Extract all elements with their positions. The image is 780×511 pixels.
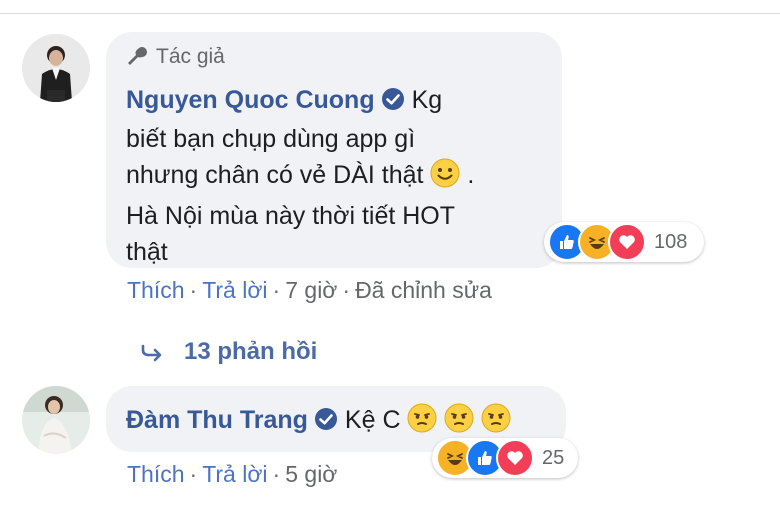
comment-text-line: biết bạn chụp dùng app gì xyxy=(126,125,416,153)
reaction-count: 25 xyxy=(542,446,565,469)
timestamp[interactable]: 5 giờ xyxy=(285,461,337,487)
microphone-icon xyxy=(128,47,147,65)
comment-actions: Thích · Trả lời · 7 giờ · Đã chỉnh sửa xyxy=(127,277,492,303)
avatar[interactable] xyxy=(22,34,90,102)
comment-text-line: thật xyxy=(126,238,168,266)
disappointed-emoji xyxy=(407,403,437,443)
avatar[interactable] xyxy=(22,386,90,454)
comment-text-line: Kệ C xyxy=(344,406,401,434)
timestamp[interactable]: 7 giờ xyxy=(285,277,337,303)
verified-badge-icon xyxy=(381,85,405,121)
like-link[interactable]: Thích xyxy=(127,461,185,487)
reply-link[interactable]: Trả lời xyxy=(202,277,267,303)
comment-text-line: Kg xyxy=(411,86,443,114)
comment-text-line: nhưng chân có vẻ DÀI thật xyxy=(126,161,424,189)
author-badge: Tác giả xyxy=(124,44,225,70)
love-icon xyxy=(608,223,646,261)
reaction-summary[interactable]: 108 xyxy=(544,222,704,262)
reply-arrow-icon xyxy=(141,344,162,362)
comment-text: Đàm Thu Trang Kệ C xyxy=(126,402,511,443)
comment-author-name[interactable]: Đàm Thu Trang xyxy=(126,406,308,434)
comment-text: Nguyen Quoc Cuong Kg biết bạn chụp dùng … xyxy=(126,82,526,270)
disappointed-emoji xyxy=(444,403,474,443)
reaction-summary[interactable]: 25 xyxy=(432,438,578,478)
comment-text-line: Hà Nội mùa này thời tiết HOT xyxy=(126,202,456,230)
comment-author-name[interactable]: Nguyen Quoc Cuong xyxy=(126,86,375,114)
top-divider xyxy=(0,13,780,14)
author-badge-label: Tác giả xyxy=(156,45,225,68)
smile-emoji xyxy=(430,158,460,198)
replies-count-label: 13 phản hồi xyxy=(184,338,318,365)
comment-actions: Thích · Trả lời · 5 giờ xyxy=(127,461,338,487)
reply-link[interactable]: Trả lời xyxy=(202,461,267,487)
love-icon xyxy=(496,439,534,477)
comment-text-line: . xyxy=(467,161,475,189)
disappointed-emoji xyxy=(481,403,511,443)
reaction-count: 108 xyxy=(654,230,688,253)
verified-badge-icon xyxy=(314,405,338,441)
view-replies-link[interactable]: 13 phản hồi xyxy=(140,338,317,366)
edited-label[interactable]: Đã chỉnh sửa xyxy=(355,277,492,303)
like-link[interactable]: Thích xyxy=(127,277,185,303)
